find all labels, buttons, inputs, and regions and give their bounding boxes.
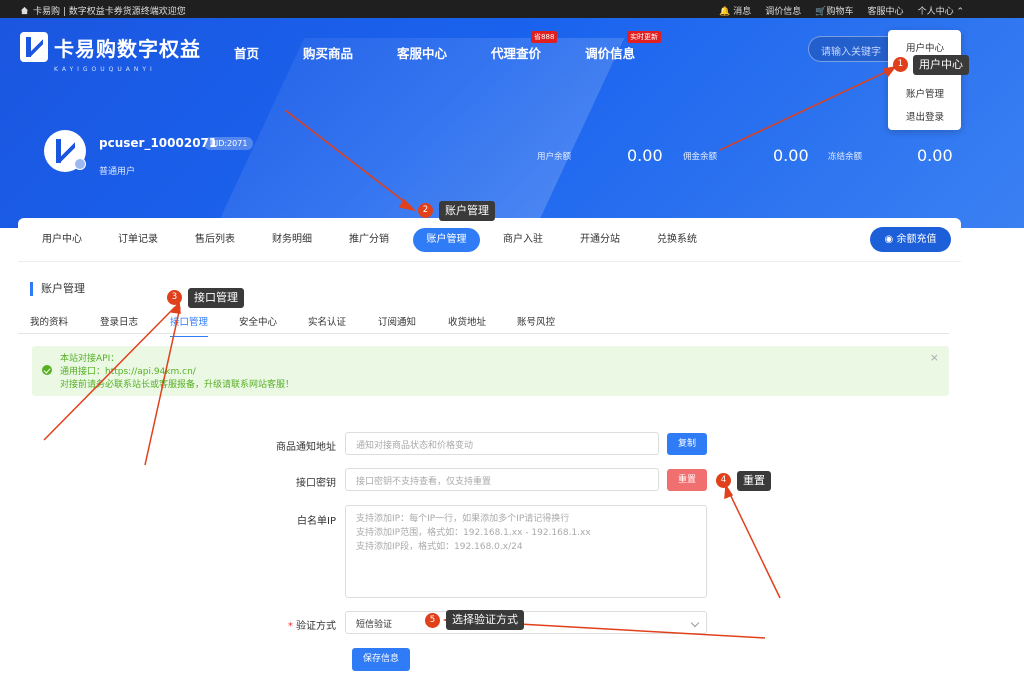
recharge-button[interactable]: ◉ 余额充值: [870, 227, 951, 252]
nav-service[interactable]: 客服中心: [397, 43, 447, 62]
whitelist-hint-2: 支持添加IP范围，格式如：192.168.1.xx - 192.168.1.xx: [356, 528, 591, 538]
api-key-input[interactable]: 接口密钥不支持查看，仅支持重置: [345, 468, 659, 491]
tab-account-management[interactable]: 账户管理: [413, 228, 480, 252]
tab-orders[interactable]: 订单记录: [108, 228, 168, 252]
uid-badge: UID:2071: [204, 137, 254, 150]
site-logo[interactable]: 卡易购数字权益 KAYIGOUQUANYI: [20, 32, 201, 73]
user-type: 普通用户: [99, 167, 136, 177]
annotation-label-2: 账户管理: [439, 201, 495, 221]
alert-line-2: 通用接口：https://api.94km.cn/: [60, 367, 196, 377]
cart-link[interactable]: 🛒购物车: [815, 4, 853, 17]
logo-icon: [20, 32, 48, 62]
whitelist-hint-1: 支持添加IP：每个IP一行，如果添加多个IP请记得换行: [356, 514, 570, 524]
subtab-login-log[interactable]: 登录日志: [100, 314, 138, 328]
check-circle-icon: [42, 365, 52, 375]
wallet-icon: ◉: [884, 234, 894, 245]
home-icon[interactable]: [20, 6, 29, 15]
annotation-number-4: 4: [716, 473, 731, 488]
tab-merchant[interactable]: 商户入驻: [493, 228, 553, 252]
account-tabs: 用户中心 订单记录 售后列表 财务明细 推广分销 账户管理 商户入驻 开通分站 …: [18, 218, 961, 262]
api-key-label: 接口密钥: [296, 478, 336, 489]
messages-link[interactable]: 🔔 消息: [719, 4, 751, 17]
personal-center-link[interactable]: 个人中心 ⌃: [918, 4, 964, 17]
verify-method-label: * 验证方式: [287, 621, 336, 632]
subtab-subscribe[interactable]: 订阅通知: [378, 314, 416, 328]
annotation-label-4: 重置: [737, 471, 771, 491]
verify-method-select[interactable]: 短信验证: [345, 611, 707, 634]
chevron-down-icon: [690, 618, 700, 628]
personal-dropdown-menu: 用户中心 账户管理 退出登录: [888, 30, 961, 130]
annotation-number-2: 2: [418, 203, 433, 218]
whitelist-textarea[interactable]: 支持添加IP：每个IP一行，如果添加多个IP请记得换行 支持添加IP范围，格式如…: [345, 505, 707, 598]
sub-tabs: 我的资料 登录日志 接口管理 安全中心 实名认证 订阅通知 收货地址 账号风控: [18, 308, 949, 337]
close-icon[interactable]: ×: [930, 351, 939, 364]
nav-agent-price[interactable]: 省888 代理查价: [491, 31, 558, 62]
top-bar-left: 卡易购 | 数字权益卡券货源终端欢迎您: [20, 4, 186, 17]
copy-button[interactable]: 复制: [667, 433, 707, 455]
tab-finance[interactable]: 财务明细: [262, 228, 322, 252]
whitelist-hint-3: 支持添加IP段，格式如：192.168.0.x/24: [356, 542, 523, 552]
save-button[interactable]: 保存信息: [352, 648, 410, 671]
subtab-profile[interactable]: 我的资料: [30, 314, 68, 328]
menu-logout[interactable]: 退出登录: [888, 105, 961, 128]
bell-icon: 🔔: [719, 7, 731, 17]
subtab-risk-control[interactable]: 账号风控: [517, 314, 555, 328]
tab-user-center[interactable]: 用户中心: [32, 228, 92, 252]
whitelist-label: 白名单IP: [297, 516, 336, 527]
subtab-security[interactable]: 安全中心: [239, 314, 277, 328]
tab-after-sales[interactable]: 售后列表: [185, 228, 245, 252]
verify-method-value: 短信验证: [356, 620, 393, 630]
subtab-api-management[interactable]: 接口管理: [170, 314, 209, 337]
username: pcuser_10002071: [99, 136, 218, 150]
top-bar-links: 🔔 消息 调价信息 🛒购物车 客服中心 个人中心 ⌃: [719, 4, 964, 17]
annotation-number-3: 3: [167, 290, 182, 305]
api-info-alert: 本站对接API： 通用接口：https://api.94km.cn/ 对接前请务…: [32, 346, 949, 396]
background-decoration: [215, 38, 625, 228]
cart-icon: 🛒: [815, 7, 827, 17]
top-bar: 卡易购 | 数字权益卡券货源终端欢迎您 🔔 消息 调价信息 🛒购物车 客服中心 …: [0, 0, 1024, 18]
annotation-label-5: 选择验证方式: [446, 610, 524, 630]
welcome-text: 卡易购 | 数字权益卡券货源终端欢迎您: [33, 7, 186, 17]
logo-subtext: KAYIGOUQUANYI: [54, 66, 156, 73]
annotation-number-5: 5: [425, 613, 440, 628]
notify-url-label: 商品通知地址: [276, 442, 336, 453]
subtab-address[interactable]: 收货地址: [448, 314, 486, 328]
nav-badge: 实时更新: [627, 31, 662, 43]
nav-buy[interactable]: 购买商品: [303, 43, 353, 62]
annotation-label-1: 用户中心: [913, 55, 969, 75]
alert-line-1: 本站对接API：: [60, 354, 120, 364]
notify-url-input[interactable]: 通知对接商品状态和价格变动: [345, 432, 659, 455]
reset-button[interactable]: 重置: [667, 469, 707, 491]
hero-banner: 卡易购数字权益 KAYIGOUQUANYI 首页 购买商品 客服中心 省888 代…: [0, 18, 1024, 228]
nav-badge: 省888: [531, 31, 558, 43]
menu-account-management[interactable]: 账户管理: [888, 82, 961, 105]
nav-price-info[interactable]: 实时更新 调价信息: [585, 31, 662, 62]
logo-text: 卡易购数字权益: [54, 36, 201, 61]
required-mark: *: [287, 621, 293, 632]
main-nav: 首页 购买商品 客服中心 省888 代理查价 实时更新 调价信息: [234, 31, 679, 62]
nav-home[interactable]: 首页: [234, 43, 259, 62]
verified-icon: [74, 158, 86, 170]
section-title: 账户管理: [30, 282, 85, 296]
annotation-number-1: 1: [893, 57, 908, 72]
subtab-realname[interactable]: 实名认证: [308, 314, 346, 328]
tab-substation[interactable]: 开通分站: [570, 228, 630, 252]
tab-promotion[interactable]: 推广分销: [339, 228, 399, 252]
price-adjust-link[interactable]: 调价信息: [765, 4, 801, 17]
annotation-label-3: 接口管理: [188, 288, 244, 308]
alert-line-3: 对接前请务必联系站长或客服报备，升级请联系网站客服！: [60, 380, 295, 390]
service-link[interactable]: 客服中心: [868, 4, 904, 17]
tab-exchange[interactable]: 兑换系统: [647, 228, 707, 252]
chevron-up-icon: ⌃: [956, 7, 964, 17]
